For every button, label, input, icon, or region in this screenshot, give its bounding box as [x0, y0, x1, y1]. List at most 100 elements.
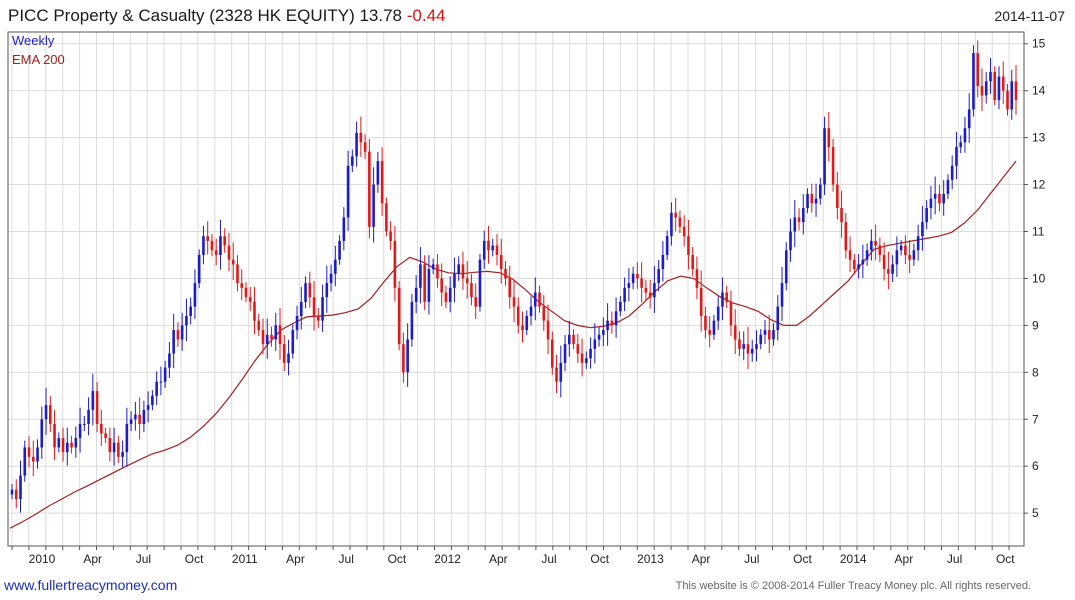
candle — [125, 407, 129, 467]
plot-frame — [7, 31, 1025, 547]
candle — [793, 200, 797, 248]
candle-body — [508, 278, 512, 298]
candle-body — [597, 334, 601, 340]
candle-body — [921, 222, 924, 237]
x-tick-label: Oct — [996, 552, 1015, 566]
candle — [172, 313, 175, 369]
candle — [512, 279, 516, 323]
candle-body — [840, 208, 843, 223]
candle-body — [287, 353, 290, 363]
candle — [695, 256, 699, 300]
candle — [57, 432, 61, 453]
candle-body — [44, 405, 48, 420]
candle — [993, 66, 997, 106]
candle — [342, 207, 346, 251]
candle — [355, 121, 358, 167]
candle-body — [282, 344, 286, 363]
x-tick-label: Apr — [286, 552, 305, 566]
candle-body — [823, 128, 826, 185]
candle — [304, 276, 307, 309]
candle — [66, 427, 69, 466]
y-tick-label: 7 — [1032, 412, 1039, 426]
x-tick-label: 2014 — [840, 552, 867, 566]
candle-body — [538, 292, 541, 307]
candle-body — [499, 254, 503, 270]
candle — [984, 72, 988, 104]
candle — [227, 232, 231, 272]
candle — [810, 183, 814, 213]
candle-body — [151, 395, 154, 406]
candle — [665, 230, 669, 261]
candle-body — [134, 414, 137, 420]
candle-body — [453, 273, 456, 288]
candle — [359, 116, 363, 157]
candle-body — [389, 231, 392, 241]
candle — [644, 279, 648, 300]
candle — [819, 177, 822, 205]
candle-body — [470, 283, 473, 298]
candle-body — [819, 184, 822, 199]
candle-body — [448, 287, 452, 302]
candle-body — [504, 269, 507, 279]
candle-body — [904, 245, 907, 255]
candle — [580, 338, 584, 377]
candle-body — [512, 297, 516, 307]
candle-body — [193, 283, 197, 307]
candle-body — [695, 269, 699, 288]
candle-body — [929, 198, 933, 209]
candle — [402, 332, 405, 383]
candle-body — [742, 344, 746, 349]
candle-body — [265, 334, 269, 345]
candle — [674, 197, 677, 231]
candle — [461, 251, 465, 290]
candle — [887, 251, 890, 290]
candle — [508, 265, 512, 309]
y-tick-label: 15 — [1032, 37, 1046, 51]
candle — [623, 277, 626, 312]
candle-body — [780, 283, 784, 307]
candle-body — [899, 245, 903, 251]
candle-body — [708, 330, 711, 335]
candle — [299, 286, 303, 330]
candle-body — [589, 348, 592, 359]
x-tick-label: Oct — [388, 552, 407, 566]
candle — [155, 371, 158, 406]
candle-body — [351, 156, 354, 166]
candle-body — [848, 250, 852, 260]
candle-body — [372, 184, 375, 227]
candle — [916, 224, 920, 261]
x-tick-label: Jul — [136, 552, 151, 566]
candle — [117, 435, 120, 463]
candle-body — [895, 250, 899, 265]
candle — [457, 256, 460, 281]
candle-body — [180, 325, 184, 340]
candle — [614, 297, 618, 338]
candle — [70, 435, 73, 454]
candle — [23, 440, 27, 482]
candle-body — [759, 334, 763, 345]
candle-body — [210, 240, 214, 251]
candle — [682, 215, 686, 247]
candle-body — [857, 264, 860, 270]
candle-body — [585, 358, 588, 363]
candle — [10, 484, 14, 500]
candle-body — [142, 409, 146, 424]
candle — [763, 319, 767, 345]
x-tick-label: Oct — [590, 552, 609, 566]
site-link[interactable]: www.fullertreacymoney.com — [4, 577, 177, 593]
candle-body — [78, 423, 82, 439]
candle-body — [814, 198, 818, 204]
candle — [206, 221, 209, 255]
candle-body — [614, 311, 618, 326]
y-tick-label: 5 — [1032, 506, 1039, 520]
candle — [159, 366, 163, 396]
candle-body — [967, 109, 971, 129]
candle-body — [14, 489, 18, 500]
candle-body — [299, 301, 303, 316]
candle-body — [236, 264, 239, 284]
candle — [346, 150, 350, 231]
candle-body — [784, 250, 788, 284]
candle-body — [368, 151, 371, 227]
candle-body — [712, 320, 716, 335]
candle — [236, 255, 239, 292]
